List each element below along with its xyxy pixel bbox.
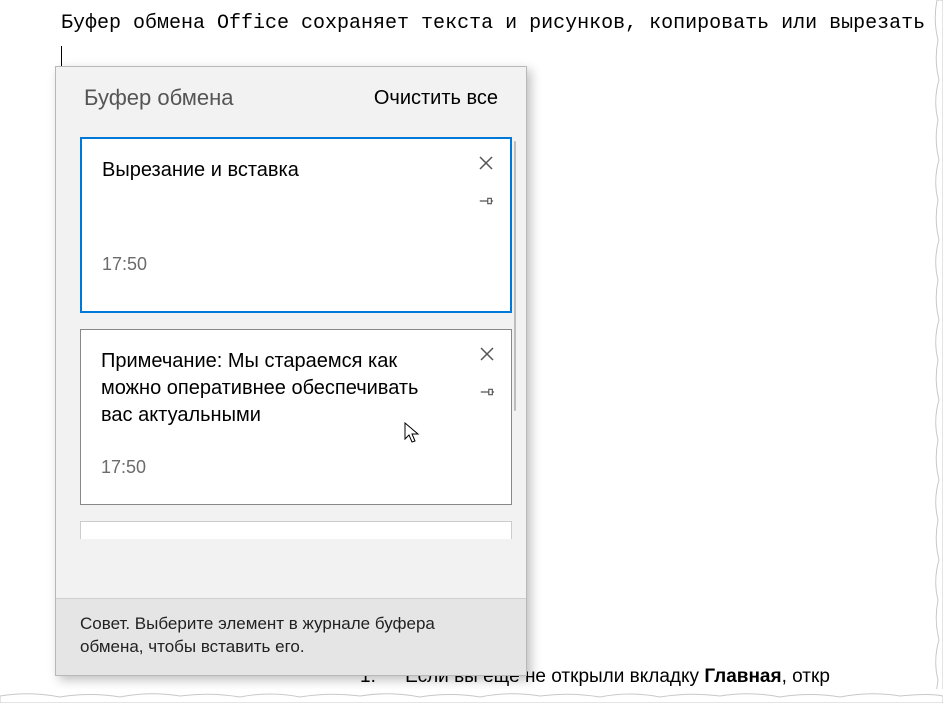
close-icon[interactable] bbox=[475, 342, 499, 366]
clipboard-item-actions bbox=[475, 342, 499, 404]
clipboard-panel: Буфер обмена Очистить все Вырезание и вс… bbox=[55, 66, 527, 676]
scrollbar[interactable] bbox=[514, 141, 516, 411]
clipboard-list: Вырезание и вставка 17:50 Примечание: Мы… bbox=[56, 129, 526, 598]
text-cursor bbox=[61, 46, 62, 68]
clipboard-tip: Совет. Выберите элемент в журнале буфера… bbox=[56, 598, 526, 675]
torn-edge-decoration bbox=[931, 0, 943, 703]
clipboard-item-text: Вырезание и вставка bbox=[102, 157, 492, 184]
clipboard-item-text: Примечание: Мы стараемся как можно опера… bbox=[101, 348, 493, 429]
clipboard-item-time: 17:50 bbox=[102, 254, 492, 275]
clipboard-header: Буфер обмена Очистить все bbox=[56, 67, 526, 129]
clear-all-button[interactable]: Очистить все bbox=[374, 87, 498, 110]
close-icon[interactable] bbox=[474, 151, 498, 175]
torn-edge-decoration bbox=[0, 689, 943, 703]
clipboard-item-time: 17:50 bbox=[101, 457, 493, 478]
clipboard-title: Буфер обмена bbox=[84, 85, 234, 111]
pin-icon[interactable] bbox=[474, 189, 498, 213]
pin-icon[interactable] bbox=[475, 380, 499, 404]
editor-text-line[interactable]: Буфер обмена Office сохраняет текста и р… bbox=[55, 0, 933, 35]
clipboard-item[interactable]: Вырезание и вставка 17:50 bbox=[80, 137, 512, 313]
clipboard-item[interactable]: Примечание: Мы стараемся как можно опера… bbox=[80, 329, 512, 505]
clipboard-item-partial[interactable] bbox=[80, 521, 512, 539]
clipboard-item-actions bbox=[474, 151, 498, 213]
